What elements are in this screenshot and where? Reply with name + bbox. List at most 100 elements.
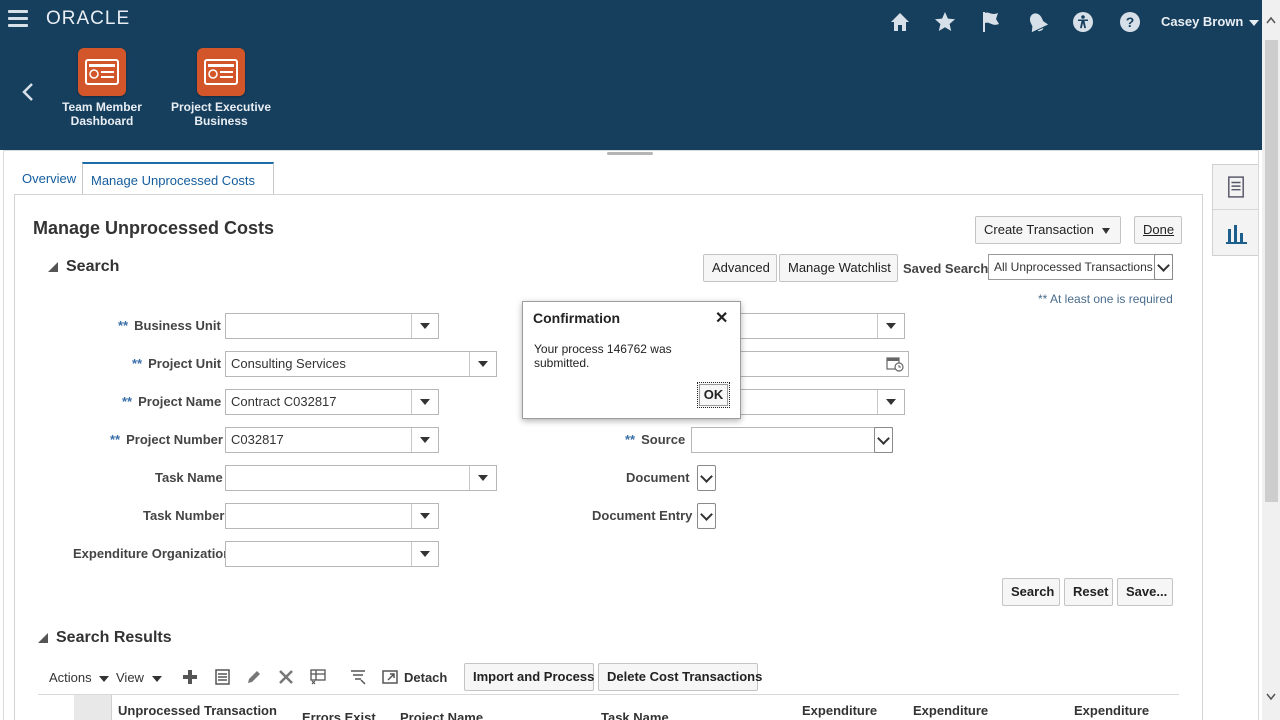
search-button[interactable]: Search (1002, 578, 1060, 606)
label-text: Project Unit (148, 356, 222, 371)
chevron-down-icon (1101, 227, 1110, 234)
view-details-icon[interactable] (213, 668, 231, 686)
notifications-bell-icon[interactable] (1025, 10, 1049, 34)
saved-search-select[interactable]: All Unprocessed Transactions (988, 254, 1173, 280)
favorites-star-icon[interactable] (933, 10, 957, 34)
actions-menu[interactable]: Actions (49, 670, 110, 685)
project-name-field[interactable]: Contract C032817 (225, 389, 439, 415)
save-search-button[interactable]: Save... (1117, 578, 1173, 606)
dropdown-icon[interactable] (411, 542, 438, 566)
dropdown-icon[interactable] (469, 352, 496, 376)
home-icon[interactable] (888, 10, 912, 34)
help-icon[interactable]: ? (1118, 10, 1142, 34)
back-arrow-icon[interactable] (20, 82, 36, 102)
task-name-label: Task Name (155, 470, 223, 485)
menu-label: Actions (49, 670, 92, 685)
chevron-down-icon (151, 675, 162, 682)
required-marker: ** (122, 394, 133, 409)
document-label: Document (626, 470, 690, 485)
dropdown-icon[interactable] (877, 390, 904, 414)
source-label: ** Source (625, 432, 685, 447)
close-icon[interactable]: ✕ (715, 308, 728, 328)
column-header-unprocessed-transaction[interactable]: Unprocessed Transaction (118, 703, 277, 718)
expenditure-organization-label: Expenditure Organization (73, 546, 232, 561)
button-label: Manage Watchlist (788, 260, 891, 275)
task-number-field[interactable] (225, 503, 439, 529)
calendar-icon[interactable] (886, 356, 904, 372)
create-transaction-button[interactable]: Create Transaction (975, 216, 1121, 244)
scrollbar-thumb[interactable] (1265, 40, 1278, 502)
delete-cost-transactions-button[interactable]: Delete Cost Transactions (598, 663, 762, 691)
detach-icon[interactable] (381, 668, 399, 686)
dropdown-icon[interactable] (411, 428, 438, 452)
tab-manage-unprocessed-costs[interactable]: Manage Unprocessed Costs✕ (82, 162, 274, 221)
column-header-expenditure-1[interactable]: Expenditure (802, 703, 877, 718)
add-icon[interactable] (181, 668, 199, 686)
accessibility-icon[interactable] (1071, 10, 1095, 34)
dropdown-icon[interactable] (411, 390, 438, 414)
label-text: Project Name (138, 394, 222, 409)
user-menu[interactable]: Casey Brown (1161, 14, 1260, 29)
view-menu[interactable]: View (116, 670, 162, 685)
filter-icon[interactable] (349, 668, 367, 686)
column-header-errors-exist[interactable]: Errors Exist (302, 710, 376, 720)
dropdown-icon[interactable] (469, 466, 496, 490)
expenditure-organization-field[interactable] (225, 541, 439, 567)
button-label: Done (1143, 222, 1175, 237)
chevron-down-icon (700, 469, 713, 483)
document-entry-select[interactable] (697, 503, 716, 529)
search-results-header[interactable]: Search Results (38, 629, 172, 647)
required-marker: ** (132, 356, 143, 371)
tab-label: Overview (22, 171, 77, 186)
dialog-title: Confirmation (533, 310, 621, 326)
bar-chart-icon[interactable] (1213, 210, 1258, 255)
document-select[interactable] (697, 465, 716, 491)
dropdown-icon[interactable] (877, 314, 904, 338)
label-text: Source (641, 432, 686, 447)
search-section-header[interactable]: Search (48, 258, 119, 276)
project-number-field[interactable]: C032817 (225, 427, 439, 453)
scroll-up-arrow-icon[interactable] (1266, 16, 1276, 24)
scroll-down-arrow-icon[interactable] (1266, 693, 1276, 701)
springboard-label: Project Executive Business (170, 100, 272, 128)
column-header-project-name[interactable]: Project Name (400, 710, 483, 720)
springboard-label: Team Member Dashboard (62, 100, 142, 128)
query-by-example-icon[interactable] (309, 668, 327, 686)
dropdown-icon[interactable] (411, 504, 438, 528)
advanced-button[interactable]: Advanced (703, 254, 777, 282)
task-name-field[interactable] (225, 465, 497, 491)
detach-button[interactable]: Detach (404, 670, 447, 685)
springboard-team-member-dashboard[interactable]: Team Member Dashboard (42, 48, 162, 128)
manage-watchlist-button[interactable]: Manage Watchlist (779, 254, 898, 282)
tab-overview[interactable]: Overview (14, 162, 82, 195)
button-label: Search (1011, 584, 1055, 599)
source-select[interactable] (691, 427, 893, 453)
dashboard-icon (78, 48, 126, 96)
user-name: Casey Brown (1161, 14, 1244, 29)
document-list-icon[interactable] (1213, 165, 1258, 210)
ok-button[interactable]: OK (697, 382, 730, 408)
business-unit-field[interactable] (225, 313, 439, 339)
column-header-expenditure-2[interactable]: Expenditure (913, 703, 988, 718)
project-unit-field[interactable]: Consulting Services (225, 351, 497, 377)
panel-splitter-handle[interactable] (607, 152, 653, 155)
button-label: Reset (1073, 584, 1109, 599)
reset-button[interactable]: Reset (1064, 578, 1113, 606)
navigator-menu-icon[interactable] (8, 10, 28, 28)
column-header-task-name[interactable]: Task Name (601, 710, 669, 720)
edit-pencil-icon[interactable] (245, 668, 263, 686)
delete-x-icon[interactable] (277, 668, 295, 686)
button-label: Advanced (712, 260, 770, 275)
springboard-project-executive-business[interactable]: Project Executive Business (161, 48, 281, 128)
right-panel-rail (1212, 164, 1258, 256)
dropdown-icon[interactable] (411, 314, 438, 338)
button-label: Create Transaction (984, 222, 1094, 237)
oracle-logo: ORACLE (46, 8, 131, 29)
import-and-process-button[interactable]: Import and Process (464, 663, 594, 691)
watchlist-flag-icon[interactable] (979, 10, 1003, 34)
done-button[interactable]: Done (1134, 216, 1182, 244)
button-label: Delete Cost Transactions (607, 669, 763, 684)
menu-label: View (116, 670, 144, 685)
dropdown-icon (874, 427, 893, 453)
column-header-expenditure-3[interactable]: Expenditure (1074, 703, 1149, 718)
